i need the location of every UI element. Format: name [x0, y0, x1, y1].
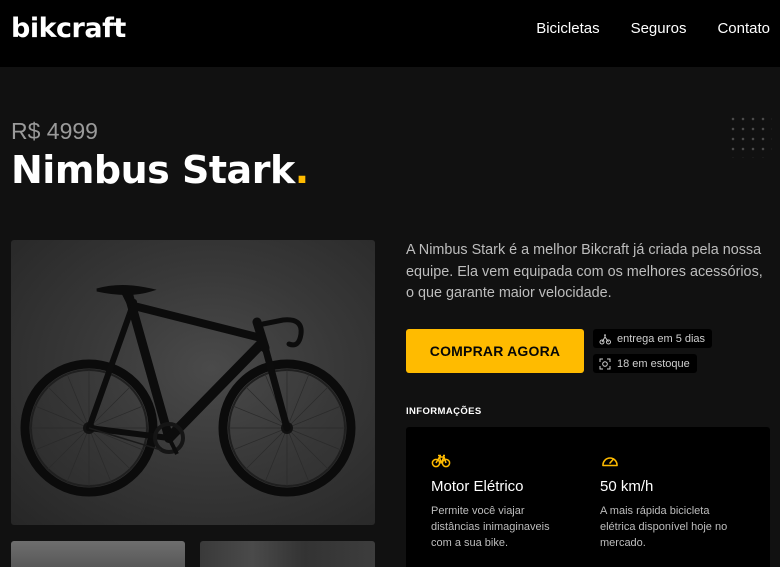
- stock-tag: 18 em estoque: [593, 354, 697, 373]
- product-thumbnail-1[interactable]: [11, 541, 185, 567]
- delivery-icon: [599, 334, 611, 344]
- product-title: Nimbus Stark.: [11, 148, 309, 192]
- product-name: Nimbus Stark: [11, 148, 295, 192]
- nav-link-seguros[interactable]: Seguros: [631, 20, 687, 37]
- stock-icon: [599, 358, 611, 369]
- logo[interactable]: bikcraft: [11, 13, 126, 44]
- main-nav: Bicicletas Seguros Contato: [536, 20, 770, 37]
- product-main-image[interactable]: [11, 240, 375, 525]
- site-header: bikcraft Bicicletas Seguros Contato: [0, 0, 780, 67]
- feature-motor-text: Permite você viajar distâncias inimagina…: [431, 505, 550, 549]
- stock-text: 18 em estoque: [617, 357, 690, 370]
- decorative-dots: [728, 114, 772, 158]
- bike-icon: [431, 454, 451, 468]
- title-dot: .: [294, 148, 309, 192]
- info-section-title: INFORMAÇÕES: [406, 406, 482, 417]
- delivery-tag: entrega em 5 dias: [593, 329, 713, 348]
- product-price: R$ 4999: [11, 118, 98, 144]
- product-description: A Nimbus Stark é a melhor Bikcraft já cr…: [406, 242, 763, 301]
- speedometer-icon: [602, 457, 618, 467]
- nav-link-contato[interactable]: Contato: [717, 20, 770, 37]
- feature-speed-text: A mais rápida bicicleta elétrica disponí…: [600, 505, 728, 549]
- info-box: Motor Elétrico Permite você viajar distâ…: [406, 427, 770, 567]
- delivery-text: entrega em 5 dias: [617, 332, 706, 345]
- feature-motor-name: Motor Elétrico: [431, 478, 524, 495]
- nav-link-bicicletas[interactable]: Bicicletas: [536, 20, 599, 37]
- buy-now-button[interactable]: COMPRAR AGORA: [406, 329, 584, 373]
- feature-speed-name: 50 km/h: [600, 478, 654, 495]
- product-thumbnail-2[interactable]: [200, 541, 375, 567]
- bike-illustration: [20, 285, 356, 497]
